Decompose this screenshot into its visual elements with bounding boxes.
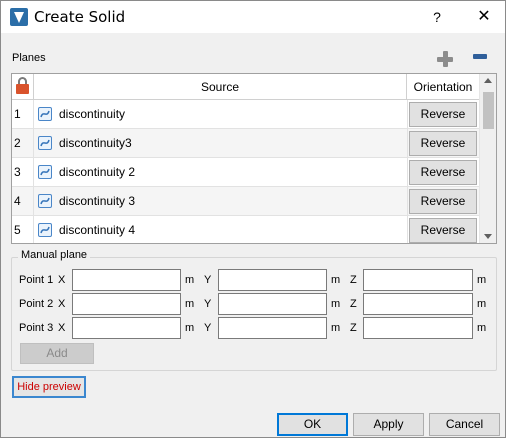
table-header: Source Orientation <box>12 74 479 100</box>
unit-label: m <box>185 298 195 310</box>
reverse-button[interactable]: Reverse <box>409 218 477 243</box>
title-bar: Create Solid ? ✕ <box>1 1 505 33</box>
create-solid-dialog: Create Solid ? ✕ Planes Source Orientati… <box>0 0 506 438</box>
axis-y-label: Y <box>204 274 212 286</box>
app-logo-icon <box>10 8 28 26</box>
unit-label: m <box>477 274 487 286</box>
column-header-source[interactable]: Source <box>34 74 407 100</box>
vertical-scrollbar[interactable] <box>479 74 496 243</box>
row-index: 2 <box>12 129 34 157</box>
scroll-down-arrow-icon[interactable] <box>484 234 492 239</box>
row-index: 4 <box>12 187 34 215</box>
row-index: 3 <box>12 158 34 186</box>
help-button[interactable]: ? <box>419 1 455 33</box>
plane-icon <box>38 136 52 150</box>
point-3-z-field[interactable] <box>363 317 473 339</box>
point-label: Point 2 <box>19 298 54 310</box>
scroll-thumb[interactable] <box>483 92 494 129</box>
point-2-z-field[interactable] <box>363 293 473 315</box>
unit-label: m <box>331 322 341 334</box>
row-source: discontinuity 2 <box>59 165 136 179</box>
axis-x-label: X <box>58 322 66 334</box>
hide-preview-button[interactable]: Hide preview <box>12 376 86 398</box>
plane-icon <box>38 194 52 208</box>
point-2-y-field[interactable] <box>218 293 327 315</box>
axis-x-label: X <box>58 274 66 286</box>
plane-icon <box>38 223 52 237</box>
unit-label: m <box>477 322 487 334</box>
window-title: Create Solid <box>34 8 126 26</box>
point-1-y-field[interactable] <box>218 269 327 291</box>
table-row[interactable]: 2 discontinuity3 Reverse <box>12 129 479 158</box>
table-row[interactable]: 4 discontinuity 3 Reverse <box>12 187 479 216</box>
point-1-x-field[interactable] <box>72 269 181 291</box>
point-3-x-field[interactable] <box>72 317 181 339</box>
row-source: discontinuity 4 <box>59 223 136 237</box>
axis-z-label: Z <box>350 322 357 334</box>
row-source: discontinuity3 <box>59 136 132 150</box>
planes-label: Planes <box>12 52 46 64</box>
point-3-y-field[interactable] <box>218 317 327 339</box>
unit-label: m <box>477 298 487 310</box>
row-index: 5 <box>12 216 34 243</box>
add-point-button[interactable]: Add <box>20 343 94 364</box>
unit-label: m <box>331 298 341 310</box>
axis-x-label: X <box>58 298 66 310</box>
point-label: Point 3 <box>19 322 54 334</box>
axis-z-label: Z <box>350 274 357 286</box>
unit-label: m <box>185 322 195 334</box>
table-row[interactable]: 5 discontinuity 4 Reverse <box>12 216 479 243</box>
ok-button[interactable]: OK <box>277 413 348 436</box>
point-label: Point 1 <box>19 274 54 286</box>
column-header-orientation[interactable]: Orientation <box>407 74 479 100</box>
apply-button[interactable]: Apply <box>353 413 424 436</box>
point-1-z-field[interactable] <box>363 269 473 291</box>
cancel-button[interactable]: Cancel <box>429 413 500 436</box>
row-index: 1 <box>12 100 34 128</box>
row-source: discontinuity <box>59 107 126 121</box>
plane-icon <box>38 107 52 121</box>
unit-label: m <box>185 274 195 286</box>
add-plane-plus-icon[interactable] <box>437 51 453 67</box>
close-button[interactable]: ✕ <box>463 1 505 33</box>
reverse-button[interactable]: Reverse <box>409 189 477 214</box>
reverse-button[interactable]: Reverse <box>409 102 477 127</box>
planes-table: Source Orientation 1 discontinuity Rever… <box>11 73 497 244</box>
remove-plane-minus-icon[interactable] <box>473 54 487 59</box>
point-2-x-field[interactable] <box>72 293 181 315</box>
table-row[interactable]: 1 discontinuity Reverse <box>12 100 479 129</box>
manual-plane-label: Manual plane <box>18 249 91 261</box>
axis-y-label: Y <box>204 322 212 334</box>
lock-icon[interactable] <box>12 74 34 100</box>
reverse-button[interactable]: Reverse <box>409 131 477 156</box>
scroll-up-arrow-icon[interactable] <box>484 78 492 83</box>
axis-y-label: Y <box>204 298 212 310</box>
row-source: discontinuity 3 <box>59 194 136 208</box>
reverse-button[interactable]: Reverse <box>409 160 477 185</box>
unit-label: m <box>331 274 341 286</box>
table-row[interactable]: 3 discontinuity 2 Reverse <box>12 158 479 187</box>
axis-z-label: Z <box>350 298 357 310</box>
plane-icon <box>38 165 52 179</box>
